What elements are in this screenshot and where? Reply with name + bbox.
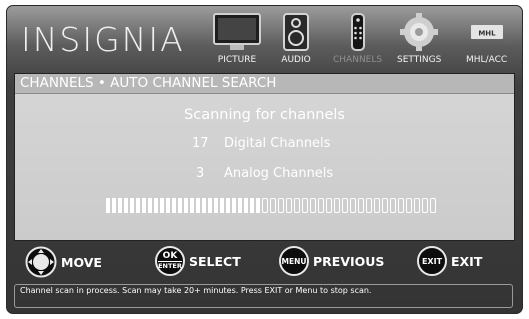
digital-label: Digital Channels [224, 136, 331, 151]
progress-tick-empty [414, 198, 420, 213]
tv-menu-frame: INSIGNIA PICTURE AUDIO CHANNELS SETTINGS… [6, 5, 523, 314]
mhl-icon: MHL [470, 25, 503, 39]
progress-tick-filled [214, 198, 218, 213]
progress-tick-empty [390, 198, 396, 213]
select-label: SELECT [189, 253, 241, 269]
exit-hint[interactable]: EXIT EXIT [417, 246, 482, 276]
analog-label: Analog Channels [224, 166, 334, 181]
progress-tick-empty [342, 198, 348, 213]
menu-label-audio: AUDIO [281, 55, 311, 65]
menu-button-icon: MENU [279, 246, 309, 276]
ok-key-label: OK [162, 250, 178, 261]
button-hint-bar: MOVE OK ENTER SELECT MENU PREVIOUS EXIT … [7, 246, 522, 284]
progress-tick-empty [310, 198, 316, 213]
progress-tick-filled [250, 198, 254, 213]
previous-label: PREVIOUS [313, 253, 385, 269]
dpad-icon [25, 246, 57, 278]
progress-tick-filled [232, 198, 236, 213]
menu-label-settings: SETTINGS [397, 55, 442, 65]
progress-tick-filled [202, 198, 206, 213]
progress-tick-filled [208, 198, 212, 213]
progress-tick-filled [166, 198, 170, 213]
exit-label: EXIT [451, 253, 483, 269]
progress-tick-empty [334, 198, 340, 213]
progress-tick-empty [398, 198, 404, 213]
gear-icon [400, 13, 439, 51]
select-hint[interactable]: OK ENTER SELECT [155, 246, 241, 276]
progress-tick-filled [172, 198, 176, 213]
menu-item-mhl[interactable]: MHL MHL/ACC [466, 12, 507, 65]
menu-item-picture[interactable]: PICTURE [212, 12, 262, 65]
progress-tick-empty [278, 198, 284, 213]
progress-tick-empty [358, 198, 364, 213]
speaker-icon [283, 13, 309, 51]
menu-item-audio[interactable]: AUDIO [281, 12, 311, 65]
menu-item-channels[interactable]: CHANNELS [333, 12, 382, 65]
mhl-badge-text: MHL [478, 30, 496, 38]
progress-tick-empty [302, 198, 308, 213]
tv-icon [213, 13, 261, 50]
progress-tick-filled [226, 198, 230, 213]
progress-tick-empty [422, 198, 428, 213]
digital-count: 17 [192, 136, 209, 151]
progress-tick-filled [106, 198, 110, 213]
auto-channel-search-panel: CHANNELS • AUTO CHANNEL SEARCH Scanning … [14, 73, 515, 241]
panel-title: CHANNELS • AUTO CHANNEL SEARCH [15, 74, 514, 94]
ok-enter-button-icon: OK ENTER [155, 246, 185, 276]
progress-tick-empty [326, 198, 332, 213]
progress-tick-filled [130, 198, 134, 213]
progress-tick-filled [148, 198, 152, 213]
progress-tick-filled [142, 198, 146, 213]
progress-tick-empty [430, 198, 436, 213]
progress-tick-filled [184, 198, 188, 213]
progress-tick-filled [190, 198, 194, 213]
enter-key-label: ENTER [158, 260, 182, 270]
progress-tick-empty [286, 198, 292, 213]
progress-tick-filled [178, 198, 182, 213]
menu-label-mhl: MHL/ACC [466, 55, 508, 65]
move-label: MOVE [61, 254, 102, 270]
scan-progress-bar [106, 198, 438, 213]
progress-tick-filled [238, 198, 242, 213]
remote-icon [350, 13, 365, 51]
progress-tick-filled [244, 198, 248, 213]
progress-tick-empty [366, 198, 372, 213]
menu-label-picture: PICTURE [217, 55, 257, 65]
progress-tick-filled [118, 198, 122, 213]
progress-tick-empty [270, 198, 276, 213]
analog-count: 3 [196, 166, 205, 181]
scan-heading: Scanning for channels [184, 107, 345, 123]
progress-tick-filled [220, 198, 224, 213]
progress-tick-empty [318, 198, 324, 213]
progress-tick-filled [160, 198, 164, 213]
progress-tick-filled [256, 198, 260, 213]
progress-tick-filled [196, 198, 200, 213]
move-hint[interactable]: MOVE [25, 246, 102, 278]
progress-tick-filled [112, 198, 116, 213]
progress-tick-empty [374, 198, 380, 213]
previous-hint[interactable]: MENU PREVIOUS [279, 246, 384, 276]
exit-button-icon: EXIT [417, 246, 447, 276]
status-message: Channel scan in process. Scan may take 2… [14, 284, 513, 308]
progress-tick-empty [382, 198, 388, 213]
progress-tick-filled [136, 198, 140, 213]
progress-tick-empty [350, 198, 356, 213]
progress-tick-empty [406, 198, 412, 213]
progress-tick-empty [262, 198, 268, 213]
brand-logo: INSIGNIA [21, 20, 185, 59]
progress-tick-empty [294, 198, 300, 213]
menu-item-settings[interactable]: SETTINGS [397, 12, 441, 65]
progress-tick-filled [124, 198, 128, 213]
progress-tick-filled [154, 198, 158, 213]
menu-label-channels: CHANNELS [333, 55, 383, 65]
